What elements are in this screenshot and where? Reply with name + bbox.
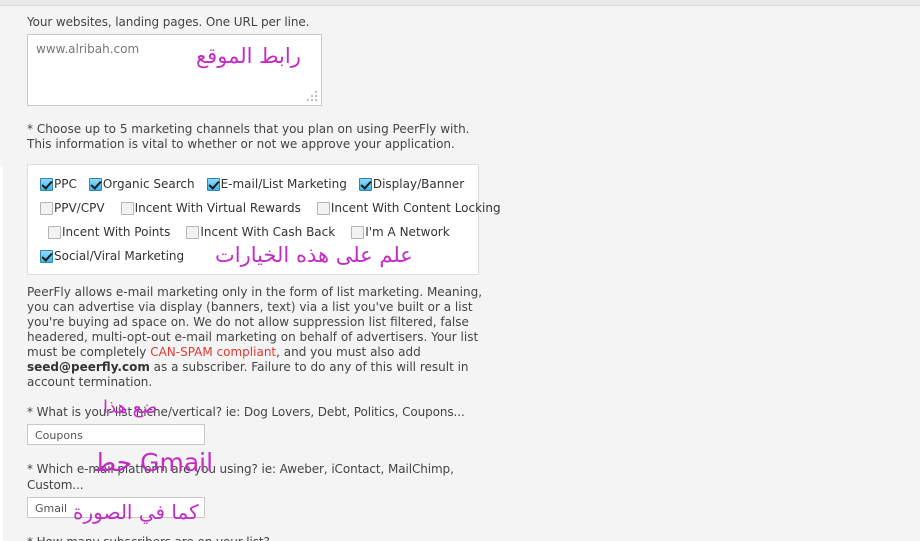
checkbox-ppc[interactable]: [40, 177, 53, 191]
channel-label-email-list-marketing: E-mail/List Marketing: [220, 176, 347, 191]
checkbox-incent-cash-back[interactable]: [186, 225, 200, 239]
channel-option-display-banner[interactable]: Display/Banner: [358, 176, 465, 191]
platform-label: * Which e-mail platform are you using? i…: [27, 462, 454, 492]
platform-input-value: Gmail: [35, 502, 68, 515]
channel-label-display-banner: Display/Banner: [372, 176, 465, 191]
seed-email-address: seed@peerfly.com: [27, 360, 150, 374]
checkbox-email-list-marketing[interactable]: [206, 177, 220, 191]
niche-input[interactable]: Coupons: [27, 424, 205, 445]
channel-option-incent-virtual-rewards[interactable]: Incent With Virtual Rewards: [120, 200, 301, 215]
channel-label-ppv-cpv: PPV/CPV: [54, 200, 105, 215]
checkbox-social-viral-marketing[interactable]: [40, 249, 53, 263]
websites-label: Your websites, landing pages. One URL pe…: [27, 15, 310, 29]
textarea-resize-grip-icon[interactable]: [307, 91, 318, 102]
left-page-edge: [0, 166, 3, 541]
channel-label-im-a-network: I'm A Network: [365, 224, 450, 239]
page-root: Your websites, landing pages. One URL pe…: [0, 0, 924, 541]
checkbox-ppv-cpv[interactable]: [40, 201, 53, 215]
platform-input[interactable]: Gmail: [27, 497, 205, 518]
channel-option-incent-cash-back[interactable]: Incent With Cash Back: [186, 224, 336, 239]
channel-row-3: Incent With Points Incent With Cash Back…: [28, 220, 478, 244]
checkbox-incent-content-locking[interactable]: [316, 201, 330, 215]
checkbox-incent-points[interactable]: [48, 225, 61, 239]
channels-instruction: * Choose up to 5 marketing channels that…: [27, 122, 470, 151]
channel-row-1: PPC Organic Search E-mail/List Marketing…: [28, 172, 478, 196]
marketing-channels-panel: PPC Organic Search E-mail/List Marketing…: [27, 164, 501, 275]
channel-option-ppc[interactable]: PPC: [40, 176, 77, 191]
email-policy-paragraph: PeerFly allows e-mail marketing only in …: [27, 285, 482, 390]
channel-label-incent-cash-back: Incent With Cash Back: [200, 224, 336, 239]
right-page-edge: [920, 0, 924, 541]
checkbox-im-a-network[interactable]: [351, 225, 365, 239]
channel-label-social-viral-marketing: Social/Viral Marketing: [54, 248, 185, 263]
policy-text-part2: , and you must also add: [276, 345, 421, 359]
channel-label-incent-points: Incent With Points: [62, 224, 171, 239]
channel-label-incent-content-locking: Incent With Content Locking: [330, 200, 501, 215]
channel-option-organic-search[interactable]: Organic Search: [88, 176, 195, 191]
checkbox-organic-search[interactable]: [88, 177, 102, 191]
channel-row-2: PPV/CPV Incent With Virtual Rewards Ince…: [28, 196, 501, 220]
websites-textarea[interactable]: www.alribah.com: [27, 34, 322, 106]
subscribers-label: * How many subscribers are on your list?: [27, 534, 497, 541]
channel-row-4: Social/Viral Marketing: [28, 244, 478, 268]
channel-label-ppc: PPC: [54, 176, 77, 191]
channel-label-incent-virtual-rewards: Incent With Virtual Rewards: [134, 200, 301, 215]
checkbox-incent-virtual-rewards[interactable]: [120, 201, 134, 215]
channel-label-organic-search: Organic Search: [102, 176, 195, 191]
channel-option-im-a-network[interactable]: I'm A Network: [351, 224, 450, 239]
niche-input-value: Coupons: [35, 429, 83, 442]
top-divider-strip: [0, 0, 924, 6]
can-spam-link[interactable]: CAN-SPAM compliant: [150, 345, 276, 359]
channel-option-email-list-marketing[interactable]: E-mail/List Marketing: [206, 176, 347, 191]
channel-option-ppv-cpv[interactable]: PPV/CPV: [40, 200, 105, 215]
channel-option-incent-content-locking[interactable]: Incent With Content Locking: [316, 200, 501, 215]
checkbox-display-banner[interactable]: [358, 177, 372, 191]
channel-option-incent-points[interactable]: Incent With Points: [48, 224, 171, 239]
channel-option-social-viral-marketing[interactable]: Social/Viral Marketing: [40, 248, 185, 263]
application-form: Your websites, landing pages. One URL pe…: [27, 14, 501, 541]
websites-textarea-value: www.alribah.com: [36, 42, 140, 56]
niche-label: * What is your list niche/vertical? ie: …: [27, 405, 465, 419]
